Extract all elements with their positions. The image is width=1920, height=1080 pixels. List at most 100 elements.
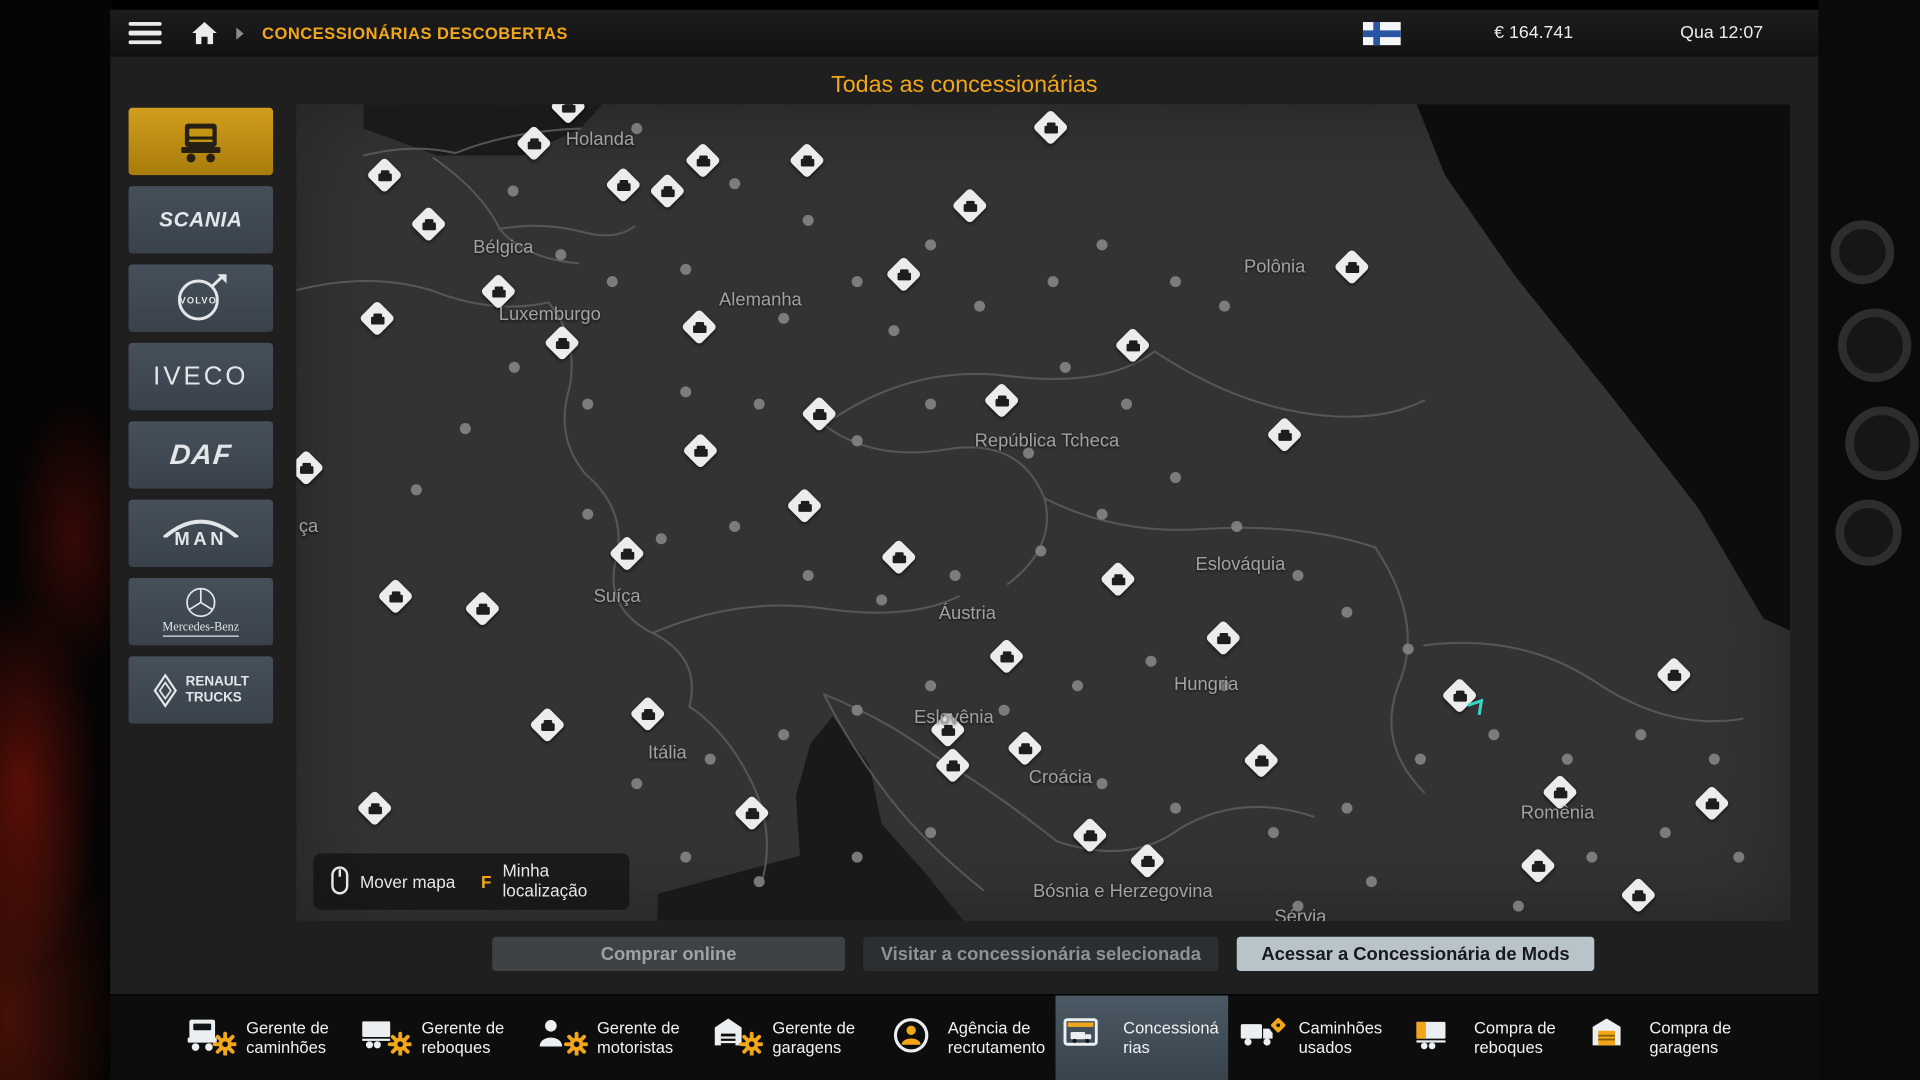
dealer-marker[interactable] [366,157,402,193]
country-label: Bélgica [473,237,533,258]
dealer-marker[interactable] [1334,249,1370,285]
city-dot [1231,521,1242,532]
dealer-marker[interactable] [464,590,500,626]
garage-gear-icon [711,1014,762,1061]
city-dot [1268,827,1279,838]
dealer-marker[interactable] [685,142,721,178]
dealer-marker[interactable] [1007,730,1043,766]
city-dot [1415,754,1426,765]
dealer-truck-glyph [1525,853,1551,879]
dealer-marker[interactable] [357,790,393,826]
dealer-marker[interactable] [1032,109,1068,145]
dealer-marker[interactable] [359,300,395,336]
toolbar-item-garage-manager[interactable]: Gerente de garagens [705,996,878,1080]
brand-button-mercedes[interactable]: Mercedes-Benz [129,578,273,645]
city-dot [656,533,667,544]
brand-button-volvo[interactable]: VOLVO [129,264,273,331]
dealer-marker[interactable] [885,256,921,292]
dealer-marker[interactable] [734,795,770,831]
toolbar-item-truck-manager[interactable]: Gerente de caminhões [179,996,352,1080]
dealer-marker[interactable] [605,167,641,203]
dealer-marker[interactable] [529,707,565,743]
dealer-truck-glyph [362,795,388,821]
tire-ring-decoration [1845,407,1918,480]
dealer-truck-glyph [614,541,640,567]
game-clock: Qua 12:07 [1647,10,1796,57]
dealer-marker[interactable] [801,396,837,432]
dealer-truck-glyph [296,455,319,481]
dealer-marker[interactable] [952,188,988,224]
city-dot [582,399,593,410]
dealer-map[interactable]: HolandaBélgicaLuxemburgoAlemanhaPolôniaR… [296,104,1790,921]
dealer-marker[interactable] [377,578,413,614]
brand-button-daf[interactable]: DAF [129,421,273,488]
dealer-marker[interactable] [934,747,970,783]
dealer-marker[interactable] [1243,742,1279,778]
dealer-marker[interactable] [516,125,552,161]
dealer-truck-glyph [1012,735,1038,761]
city-dot [1121,399,1132,410]
dealer-marker[interactable] [410,206,446,242]
toolbar-item-used-trucks[interactable]: Caminhões usados [1231,996,1404,1080]
game-ui-root: CONCESSIONÁRIAS DESCOBERTAS € 164.741 Qu… [0,0,1920,1080]
dealer-marker[interactable] [682,432,718,468]
dealer-truck-glyph [1661,662,1687,688]
city-dot [852,435,863,446]
city-dot [925,399,936,410]
dealer-marker[interactable] [1114,327,1150,363]
dealer-marker[interactable] [649,173,685,209]
menu-button[interactable] [129,22,162,45]
brand-button-man[interactable]: MAN [129,500,273,567]
buy-online-button[interactable]: Comprar online [492,937,845,971]
toolbar-item-trailer-purchase[interactable]: Compra de reboques [1407,996,1580,1080]
dealer-marker[interactable] [789,142,825,178]
toolbar-item-dealerships[interactable]: Concessionárias [1056,996,1229,1080]
dealer-marker[interactable] [881,539,917,575]
visit-dealer-button[interactable]: Visitar a concessionária selecionada [863,937,1218,971]
dealer-truck-glyph [940,752,966,778]
city-dot [729,178,740,189]
city-dot [999,705,1010,716]
truck-gear-icon [185,1014,236,1061]
dealer-marker[interactable] [630,696,666,732]
toolbar-item-trailer-manager[interactable]: Gerente de reboques [354,996,527,1080]
breadcrumb: CONCESSIONÁRIAS DESCOBERTAS [262,24,568,42]
country-label: República Tcheca [975,430,1120,451]
city-dot [1048,276,1059,287]
dealer-marker[interactable] [1620,877,1656,913]
dealer-marker[interactable] [609,535,645,571]
dealer-marker[interactable] [1656,657,1692,693]
tire-ring-decoration [1836,500,1902,566]
brand-button-renault[interactable]: RENAULTTRUCKS [129,656,273,723]
dealer-marker[interactable] [544,325,580,361]
dealer-truck-glyph [1626,882,1652,908]
dealer-marker[interactable] [1100,561,1136,597]
toolbar-item-recruitment-agency[interactable]: Agência de recrutamento [880,996,1053,1080]
dealer-truck-glyph [739,800,765,826]
toolbar-item-garage-purchase[interactable]: Compra de garagens [1582,996,1755,1080]
used-truck-icon [1237,1014,1288,1061]
dealer-marker[interactable] [1129,843,1165,879]
dealer-marker[interactable] [1072,817,1108,853]
toolbar-item-driver-manager[interactable]: Gerente de motoristas [530,996,703,1080]
brand-button-all[interactable] [129,108,273,175]
dealer-marker[interactable] [1205,620,1241,656]
dealer-marker[interactable] [1520,848,1556,884]
toolbar-item-label: Gerente de garagens [772,1019,871,1057]
dealer-marker[interactable] [1694,785,1730,821]
city-dot [1562,754,1573,765]
brand-button-iveco[interactable]: IVECO [129,343,273,410]
dealer-marker[interactable] [988,638,1024,674]
bottom-toolbar: Gerente de caminhões Gerente de reboques… [110,994,1818,1080]
dealer-marker[interactable] [1266,417,1302,453]
city-dot [925,239,936,250]
dealer-marker[interactable] [983,382,1019,418]
dealer-marker[interactable] [786,488,822,524]
home-button[interactable] [191,21,218,45]
buy-garage-icon [1588,1014,1639,1061]
dealer-truck-glyph [690,148,716,174]
man-logo: MAN [160,517,241,549]
dealer-marker[interactable] [681,309,717,345]
brand-button-scania[interactable]: SCANIA [129,186,273,253]
mods-dealer-button[interactable]: Acessar a Concessionária de Mods [1237,937,1595,971]
